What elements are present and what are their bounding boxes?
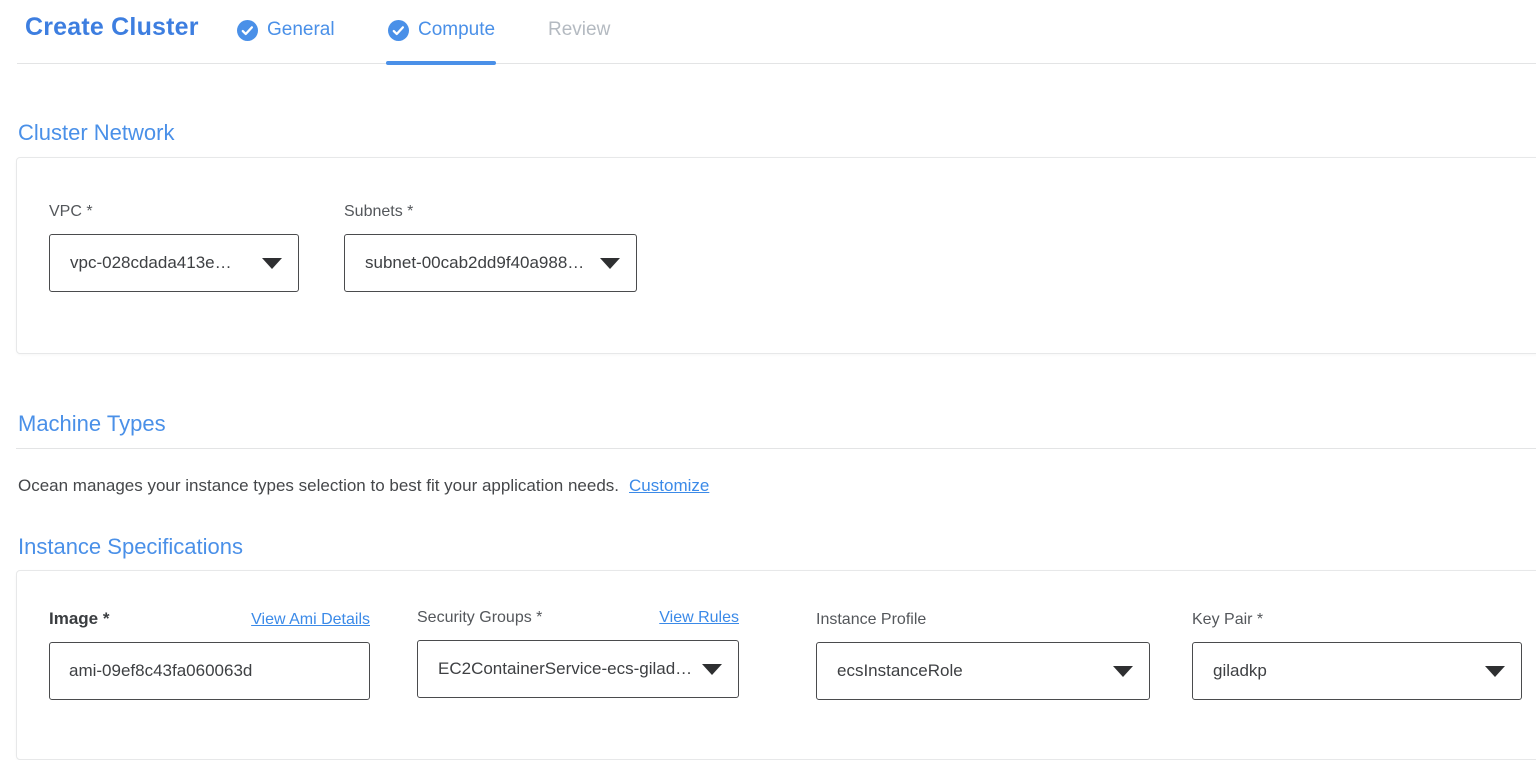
machine-types-description-text: Ocean manages your instance types select…: [18, 476, 619, 495]
cluster-network-heading: Cluster Network: [18, 120, 174, 146]
key-pair-select[interactable]: giladkp: [1192, 642, 1522, 700]
security-groups-selected-value: EC2ContainerService-ecs-gilad…: [438, 659, 690, 679]
vpc-selected-value: vpc-028cdada413e…: [70, 253, 232, 273]
key-pair-field: Key Pair * giladkp: [1192, 611, 1522, 700]
vpc-label: VPC *: [49, 203, 299, 221]
security-groups-label: Security Groups *: [417, 609, 542, 627]
image-field: Image * View Ami Details: [49, 609, 370, 700]
vpc-field: VPC * vpc-028cdada413e…: [49, 203, 299, 292]
security-groups-select[interactable]: EC2ContainerService-ecs-gilad…: [417, 640, 739, 698]
machine-types-description: Ocean manages your instance types select…: [18, 476, 709, 496]
subnets-selected-value: subnet-00cab2dd9f40a988…: [365, 253, 584, 273]
tab-compute-label: Compute: [418, 19, 495, 41]
caret-down-icon: [262, 258, 282, 269]
instance-profile-selected-value: ecsInstanceRole: [837, 661, 963, 681]
cluster-network-card: VPC * vpc-028cdada413e… Subnets * subnet…: [16, 157, 1536, 354]
caret-down-icon: [600, 258, 620, 269]
instance-profile-select[interactable]: ecsInstanceRole: [816, 642, 1150, 700]
security-groups-field: Security Groups * View Rules EC2Containe…: [417, 609, 739, 698]
page-title: Create Cluster: [25, 13, 199, 42]
active-tab-indicator: [386, 61, 496, 65]
tab-compute[interactable]: Compute: [388, 16, 495, 44]
image-input[interactable]: [49, 642, 370, 700]
check-circle-icon: [237, 20, 258, 41]
view-ami-details-link[interactable]: View Ami Details: [251, 611, 370, 629]
key-pair-label: Key Pair *: [1192, 611, 1522, 629]
instance-specifications-card: Image * View Ami Details Security Groups…: [16, 570, 1536, 760]
tab-general[interactable]: General: [237, 16, 335, 44]
caret-down-icon: [702, 664, 722, 675]
tab-review-label: Review: [548, 19, 610, 41]
customize-link[interactable]: Customize: [629, 476, 709, 495]
view-rules-link[interactable]: View Rules: [659, 609, 739, 627]
image-label: Image *: [49, 609, 109, 629]
instance-profile-label: Instance Profile: [816, 611, 1150, 629]
subnets-select[interactable]: subnet-00cab2dd9f40a988…: [344, 234, 637, 292]
tab-review[interactable]: Review: [548, 16, 610, 44]
tab-general-label: General: [267, 19, 335, 41]
machine-types-divider: [16, 448, 1536, 449]
subnets-field: Subnets * subnet-00cab2dd9f40a988…: [344, 203, 637, 292]
check-circle-icon: [388, 20, 409, 41]
key-pair-selected-value: giladkp: [1213, 661, 1267, 681]
caret-down-icon: [1485, 666, 1505, 677]
header-divider: [17, 63, 1536, 64]
instance-specifications-heading: Instance Specifications: [18, 534, 243, 560]
caret-down-icon: [1113, 666, 1133, 677]
machine-types-heading: Machine Types: [18, 411, 166, 437]
subnets-label: Subnets *: [344, 203, 637, 221]
instance-profile-field: Instance Profile ecsInstanceRole: [816, 611, 1150, 700]
vpc-select[interactable]: vpc-028cdada413e…: [49, 234, 299, 292]
